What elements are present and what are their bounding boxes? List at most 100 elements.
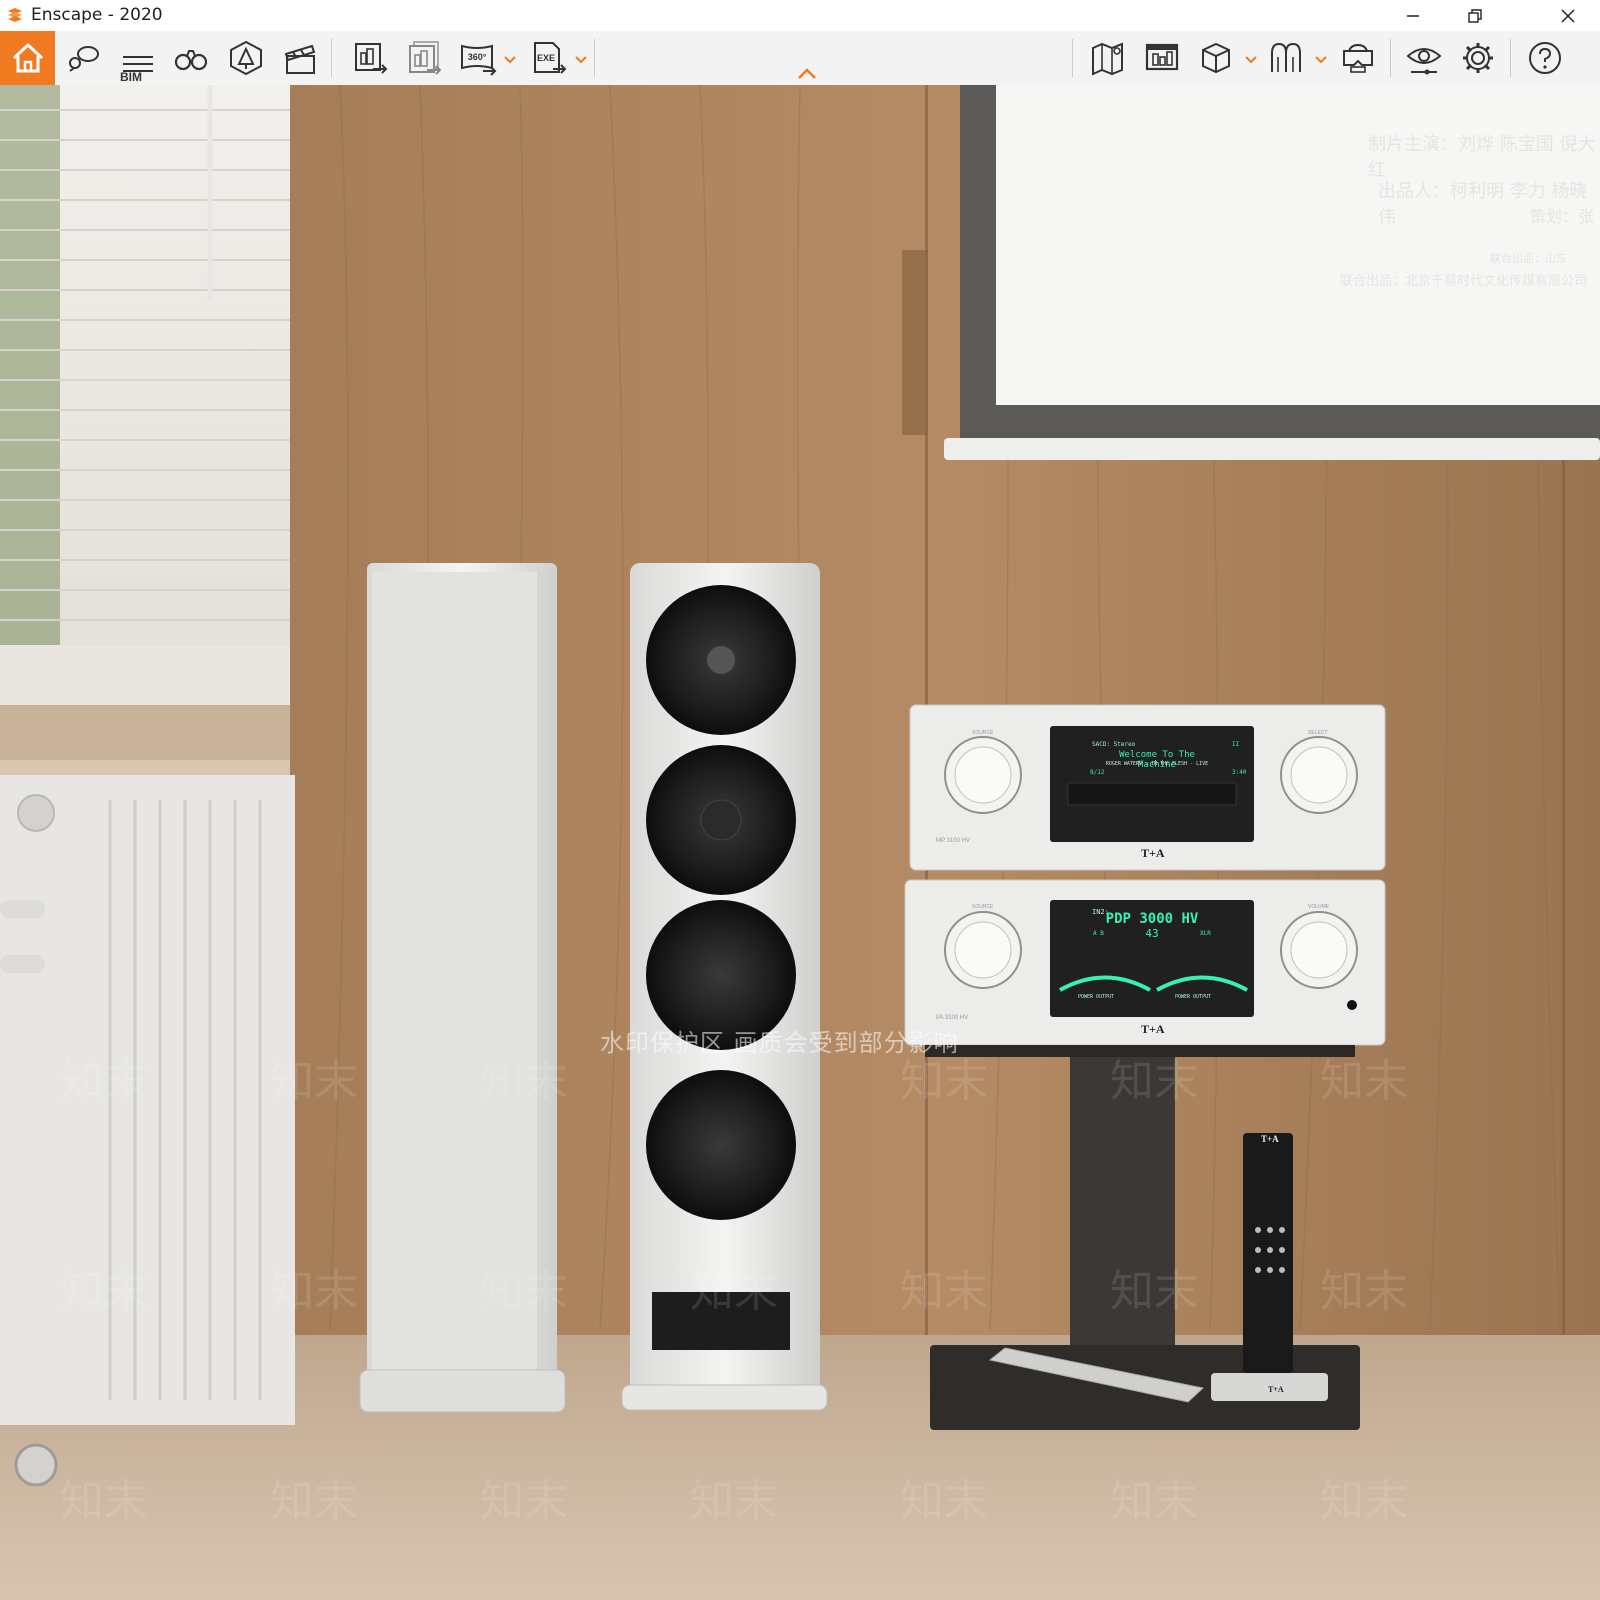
settings-icon [1463,43,1493,73]
visual-settings-button[interactable] [1399,33,1449,83]
bim-label: BIM [120,70,142,84]
knob-label: SOURCE [972,904,994,910]
watermark: 知末 [1320,1266,1408,1317]
watermark: 知末 [480,1266,568,1317]
watermark: 知末 [1320,1056,1408,1107]
upload-icon [1145,43,1179,71]
watermark: 知末 [270,1476,358,1527]
video-editor-icon [284,44,316,74]
cd-display-source: SACD: Stereo [1092,741,1136,748]
watermark: 知末 [60,1056,148,1107]
cube-button[interactable] [1191,33,1241,83]
upload-button[interactable] [1137,33,1187,83]
amp-display-xlr: XLR [1200,930,1211,937]
binoculars-button[interactable] [166,33,216,83]
minimize-button[interactable] [1381,0,1445,31]
cd-display-pause: II [1232,741,1240,748]
visual-settings-icon [1406,48,1442,75]
meter-label: POWER OUTPUT [1175,994,1212,1000]
vr-headset-button[interactable] [1333,33,1383,83]
watermark: 知末 [1110,1476,1198,1527]
watermark: 知末 [480,1476,568,1527]
screenshot-export-button[interactable] [345,33,395,83]
minimize-icon [1407,14,1419,17]
knob-label: VOLUME [1308,904,1330,910]
home-icon [12,43,43,73]
asset-library-icon [230,40,262,76]
vr-headset-icon [1343,43,1373,73]
cd-display-count: 8/12 [1090,769,1105,776]
map-button[interactable] [1083,33,1133,83]
svg-text:360°: 360° [468,52,487,62]
toolbar-divider [1510,39,1511,77]
toolbar-divider [331,39,332,77]
watermark: 知末 [690,1266,778,1317]
watermark: 知末 [480,1056,568,1107]
watermark: 知末 [270,1056,358,1107]
amp-display-model: PDP 3000 HV [1105,911,1199,927]
restore-button[interactable] [1443,0,1507,31]
asset-library-button[interactable] [221,33,271,83]
settings-button[interactable] [1453,33,1503,83]
amp-display-volume: 43 [1145,927,1159,940]
panorama-360-icon: 360° [461,44,497,76]
watermark: 知末 [900,1476,988,1527]
watermark: 知末 [1110,1266,1198,1317]
svg-text:EXE: EXE [537,53,555,63]
home-button[interactable] [0,31,55,85]
binoculars-icon [174,50,208,71]
screen-credit: 策划：张 [1530,207,1595,226]
brand-label: T+A [1141,846,1165,860]
remote-control [1243,1133,1293,1373]
chevron-down-icon[interactable] [503,52,517,66]
batch-export-button[interactable] [399,33,449,83]
cd-display-artist: ROGER WATERS - IN THE FLESH - LIVE [1105,761,1209,767]
amp-model-label: PA 3100 HV [936,1015,969,1021]
screen-credit: 联合出品：北京千易时代文化传媒有限公司 [1340,274,1588,289]
rendered-scene [0,85,1600,1600]
panorama-360-button[interactable]: 360° [453,33,503,83]
views-icon [69,46,99,72]
meter-label: POWER OUTPUT [1078,994,1115,1000]
render-viewport[interactable]: 制片主演：刘烨 陈宝国 倪大红 出品人：柯利明 李力 杨晓伟 策划：张 联合出品… [0,85,1600,1600]
woofer-driver [646,1070,796,1220]
enscape-logo-icon [8,8,22,22]
enscape-toolbar: BIM 360° EXE [0,31,1600,86]
brand-label: T+A [1268,1385,1284,1394]
watermark: 知末 [270,1266,358,1317]
batch-export-icon [409,41,442,75]
views-button[interactable] [58,33,108,83]
close-icon [1561,8,1575,23]
exe-export-button[interactable]: EXE [523,33,573,83]
toolbar-divider [1390,39,1391,77]
watermark: 知末 [1110,1056,1198,1107]
watermark: 知末 [900,1266,988,1317]
knob-label: SOURCE [972,730,994,736]
cube-icon [1202,42,1230,74]
screen-credit: 制片主演：刘烨 陈宝国 倪大红 [1368,134,1596,181]
watermark: 知末 [1320,1476,1408,1527]
toolbar-divider [594,39,595,77]
help-button[interactable] [1520,33,1570,83]
screen-credit: 联合出品：山东 [1490,252,1567,265]
window-title: Enscape - 2020 [31,5,163,25]
screenshot-export-icon [355,43,388,74]
chevron-down-icon[interactable] [1244,52,1258,66]
cd-display-time: 3:40 [1232,769,1247,776]
chevron-up-icon[interactable] [796,67,818,81]
material-button[interactable] [1262,33,1312,83]
brand-label: T+A [1141,1022,1165,1036]
help-icon [1529,42,1561,74]
restore-icon [1468,8,1482,23]
exe-export-icon: EXE [534,42,567,74]
watermark: 知末 [60,1476,148,1527]
chevron-down-icon[interactable] [574,52,588,66]
amp-display-speakers: A B [1093,930,1104,937]
video-editor-button[interactable] [275,33,325,83]
watermark: 知末 [60,1266,148,1317]
close-button[interactable] [1536,0,1600,31]
chevron-down-icon[interactable] [1314,52,1328,66]
toolbar-divider [1072,39,1073,77]
cd-model-label: MP 3100 HV [936,838,970,844]
cd-display-track: Welcome To The Machine [1119,750,1195,770]
